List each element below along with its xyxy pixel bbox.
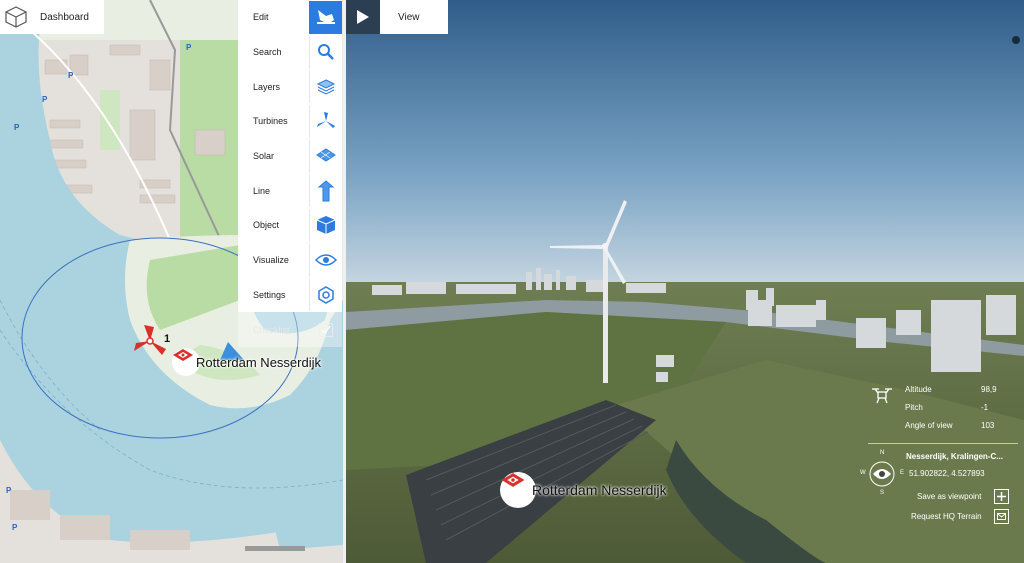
map-location-marker[interactable]: Rotterdam Nesserdijk [172, 348, 321, 376]
menu-item-object[interactable]: Object [238, 208, 342, 243]
menu-item-line[interactable]: Line [238, 173, 342, 209]
request-hq-label[interactable]: Request HQ Terrain [911, 512, 982, 521]
line-icon [309, 174, 342, 208]
angle-label: Angle of view [905, 421, 953, 430]
3d-marker-label: Rotterdam Nesserdijk [532, 482, 667, 498]
menu-item-visualize[interactable]: Visualize [238, 242, 342, 278]
save-viewpoint-label[interactable]: Save as viewpoint [917, 492, 981, 501]
svg-text:P: P [14, 123, 20, 132]
location-name: Nesserdijk, Kralingen-C... [906, 452, 1003, 461]
add-viewpoint-button[interactable] [994, 489, 1009, 504]
menu-item-solar[interactable]: Solar [238, 138, 342, 174]
3d-scene[interactable] [346, 0, 1024, 563]
pitch-label: Pitch [905, 403, 923, 412]
turbine-icon [309, 104, 342, 138]
dashboard-button[interactable]: Dashboard [32, 0, 104, 34]
svg-text:P: P [6, 486, 12, 495]
play-button[interactable] [346, 0, 380, 34]
map-marker-label: Rotterdam Nesserdijk [196, 354, 321, 370]
altitude-label: Altitude [905, 385, 932, 394]
solar-panel-icon [309, 139, 342, 173]
settings-icon [309, 278, 342, 312]
3d-view[interactable]: Rotterdam Nesserdijk [346, 0, 1024, 563]
menu-item-turbines[interactable]: Turbines [238, 104, 342, 139]
cube-logo-icon [5, 6, 27, 28]
menu-item-search[interactable]: Search [238, 34, 342, 70]
turbine-count: 1 [164, 333, 171, 345]
menu-item-layers[interactable]: Layers [238, 69, 342, 105]
object-cube-icon [309, 208, 342, 242]
drone-icon [872, 388, 892, 404]
mail-icon [997, 513, 1006, 520]
3d-location-marker[interactable]: Rotterdam Nesserdijk [500, 472, 667, 508]
app-logo[interactable] [0, 0, 32, 34]
request-hq-button[interactable] [994, 509, 1009, 524]
location-coords: 51.902822, 4.527893 [909, 469, 985, 478]
tool-menu: Edit Search Layers Turbines Solar Line O… [238, 0, 342, 347]
turbine-icon [134, 325, 166, 355]
plus-icon [997, 492, 1006, 501]
angle-value: 103 [981, 421, 995, 430]
svg-text:P: P [42, 95, 48, 104]
search-icon [309, 35, 342, 69]
menu-item-checklist[interactable]: Checklist [238, 312, 342, 347]
compass-e: E [900, 470, 905, 476]
compass-n: N [880, 450, 885, 456]
info-divider [868, 443, 1018, 444]
compass-w: W [860, 470, 866, 476]
menu-item-settings[interactable]: Settings [238, 277, 342, 313]
compass-s: S [880, 490, 885, 496]
play-icon [357, 10, 369, 24]
status-dot [1012, 36, 1020, 44]
eye-icon [309, 243, 342, 277]
svg-text:P: P [12, 523, 18, 532]
hand-pointer-icon [309, 0, 342, 34]
altitude-value: 98,9 [981, 385, 997, 394]
svg-text:P: P [68, 71, 74, 80]
view-button[interactable]: View [380, 0, 448, 34]
checkmark-icon [309, 313, 342, 346]
compass[interactable]: N S W E [858, 450, 906, 498]
layers-icon [309, 70, 342, 104]
location-pin-icon [500, 472, 536, 508]
svg-text:P: P [186, 43, 192, 52]
pitch-value: -1 [981, 403, 989, 412]
menu-item-edit[interactable]: Edit [238, 0, 342, 35]
